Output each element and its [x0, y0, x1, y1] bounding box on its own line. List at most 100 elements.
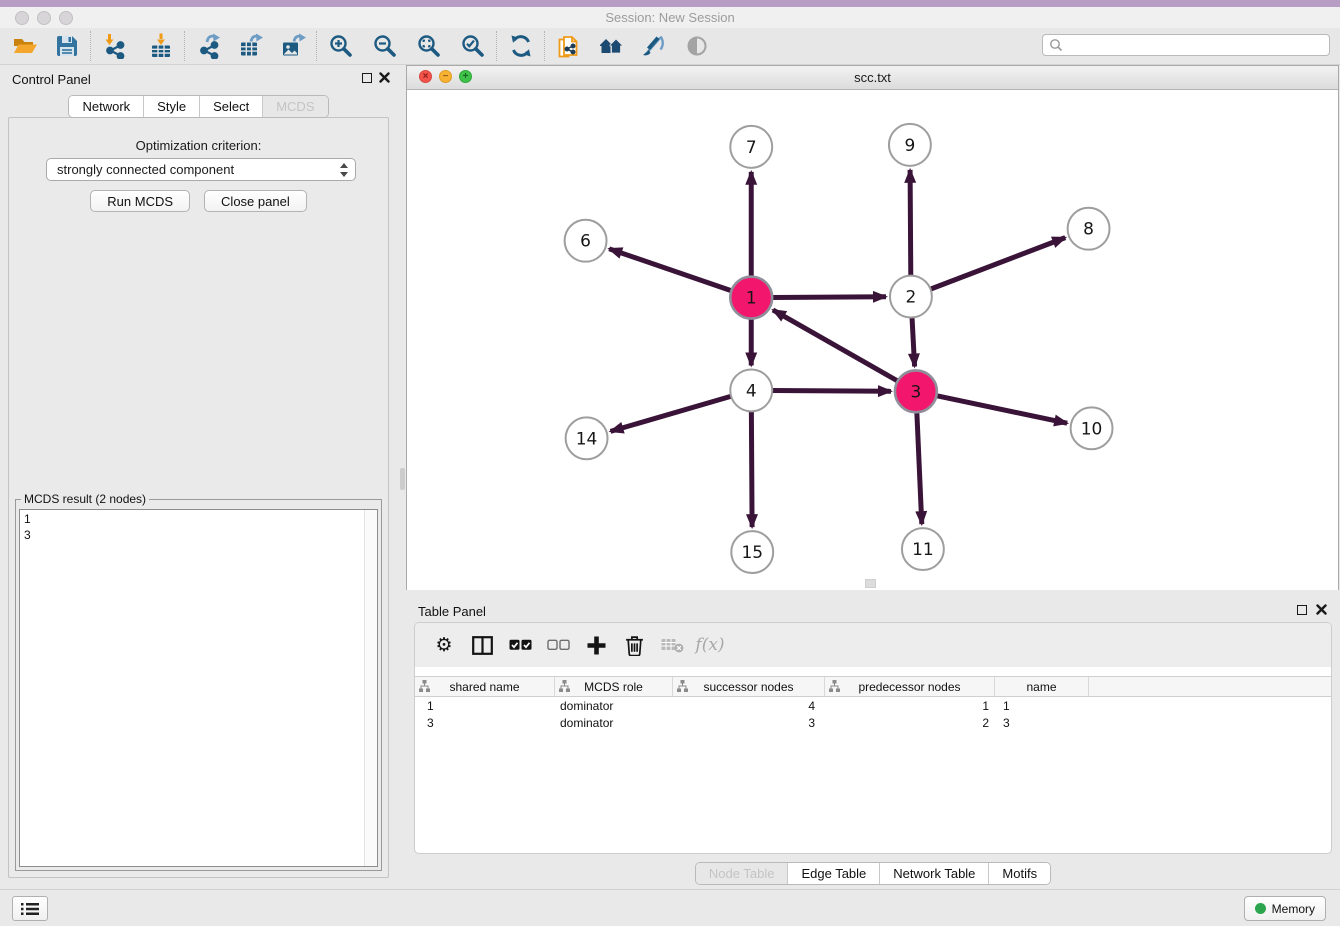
memory-button[interactable]: Memory	[1244, 896, 1326, 921]
mcds-result-title: MCDS result (2 nodes)	[21, 492, 149, 506]
toolbar-separator	[184, 31, 186, 61]
search-box[interactable]	[1042, 34, 1330, 56]
memory-label: Memory	[1272, 902, 1315, 916]
canvas-splitter-handle[interactable]	[865, 579, 876, 588]
task-history-button[interactable]	[12, 896, 48, 921]
table-cell[interactable]: dominator	[555, 714, 673, 731]
edge-2-3[interactable]	[912, 318, 915, 367]
edge-3-10[interactable]	[936, 396, 1067, 423]
column-type-icon	[677, 680, 688, 695]
toolbar-separator	[90, 31, 92, 61]
table-options-icon[interactable]: ⚙	[429, 630, 459, 660]
control-panel-title: Control Panel	[12, 72, 91, 87]
table-cell[interactable]: 1	[995, 697, 1089, 714]
zoom-fit-icon[interactable]	[414, 31, 444, 61]
edge-4-3[interactable]	[772, 391, 891, 392]
mcds-result-scrollbar[interactable]	[364, 510, 377, 866]
close-panel-button[interactable]: Close panel	[204, 190, 307, 212]
export-network-icon[interactable]	[194, 31, 224, 61]
first-neighbors-icon[interactable]	[596, 31, 626, 61]
tab-mcds[interactable]: MCDS	[263, 96, 327, 117]
table-body: 1dominator4113dominator323	[415, 697, 1331, 731]
export-table-icon[interactable]	[236, 31, 266, 61]
edge-2-9[interactable]	[910, 170, 911, 276]
column-header-mcds-role[interactable]: MCDS role	[555, 677, 673, 696]
zoom-in-icon[interactable]	[326, 31, 356, 61]
search-input[interactable]	[1063, 37, 1329, 53]
edge-4-14[interactable]	[611, 396, 732, 431]
delete-columns-icon[interactable]	[619, 630, 649, 660]
network-window-titlebar[interactable]: × − + scc.txt	[407, 66, 1338, 90]
table-cell[interactable]: 4	[673, 697, 825, 714]
control-panel-tabs: NetworkStyleSelectMCDS	[68, 95, 328, 118]
table-cell[interactable]: 1	[415, 697, 555, 714]
float-panel-icon[interactable]	[362, 73, 372, 83]
close-table-panel-icon[interactable]	[1316, 604, 1327, 615]
table-cell[interactable]: 2	[825, 714, 995, 731]
node-label-6: 6	[580, 231, 591, 251]
clone-network-icon[interactable]	[554, 31, 584, 61]
table-row[interactable]: 3dominator323	[415, 714, 1331, 731]
mcds-result-text: 1 3	[24, 511, 31, 543]
tab-edge-table[interactable]: Edge Table	[788, 863, 880, 884]
mcds-result-box[interactable]: 1 3	[19, 509, 378, 867]
node-label-9: 9	[905, 135, 916, 155]
tab-network-table[interactable]: Network Table	[880, 863, 989, 884]
column-header-predecessor-nodes[interactable]: predecessor nodes	[825, 677, 995, 696]
zoom-out-icon[interactable]	[370, 31, 400, 61]
tab-select[interactable]: Select	[200, 96, 263, 117]
tab-node-table[interactable]: Node Table	[696, 863, 789, 884]
dropdown-selected-value: strongly connected component	[57, 162, 234, 177]
column-header-name[interactable]: name	[995, 677, 1089, 696]
column-header-successor-nodes[interactable]: successor nodes	[673, 677, 825, 696]
control-panel: Control Panel NetworkStyleSelectMCDS Opt…	[0, 64, 397, 890]
select-all-columns-icon[interactable]	[505, 630, 535, 660]
delete-table-icon	[657, 630, 687, 660]
table-cell[interactable]: 3	[415, 714, 555, 731]
save-session-icon[interactable]	[52, 31, 82, 61]
table-cell[interactable]: 1	[825, 697, 995, 714]
node-label-14: 14	[576, 428, 598, 448]
unselect-all-columns-icon[interactable]	[543, 630, 573, 660]
table-row[interactable]: 1dominator411	[415, 697, 1331, 714]
run-mcds-button[interactable]: Run MCDS	[90, 190, 190, 212]
panel-splitter-handle[interactable]	[400, 468, 405, 490]
export-image-icon[interactable]	[278, 31, 308, 61]
import-table-icon[interactable]	[146, 31, 176, 61]
show-graphics-details-icon[interactable]	[638, 31, 668, 61]
column-header-shared-name[interactable]: shared name	[415, 677, 555, 696]
tab-motifs[interactable]: Motifs	[989, 863, 1050, 884]
table-cell[interactable]: dominator	[555, 697, 673, 714]
column-type-icon	[829, 680, 840, 695]
node-label-8: 8	[1083, 219, 1094, 239]
open-session-icon[interactable]	[10, 31, 40, 61]
import-network-icon[interactable]	[100, 31, 130, 61]
apply-layout-icon[interactable]	[506, 31, 536, 61]
edge-2-8[interactable]	[931, 238, 1066, 289]
table-cell[interactable]: 3	[995, 714, 1089, 731]
edge-4-15[interactable]	[751, 411, 752, 527]
toolbar-separator	[316, 31, 318, 61]
memory-status-dot	[1255, 903, 1266, 914]
network-canvas[interactable]: 7968124314101511	[407, 90, 1338, 590]
float-table-panel-icon[interactable]	[1297, 605, 1307, 615]
application-window: Session: New Session	[0, 0, 1340, 926]
edge-1-6[interactable]	[609, 249, 731, 291]
edge-3-11[interactable]	[917, 412, 922, 524]
network-graph: 7968124314101511	[407, 90, 1338, 590]
tab-network[interactable]: Network	[69, 96, 144, 117]
mcds-panel: Optimization criterion: strongly connect…	[8, 117, 389, 878]
toggle-panel-icon[interactable]	[467, 630, 497, 660]
edge-1-2[interactable]	[772, 297, 886, 298]
toolbar-separator	[544, 31, 546, 61]
edge-3-1[interactable]	[773, 310, 898, 381]
zoom-selected-icon[interactable]	[458, 31, 488, 61]
optimization-criterion-select[interactable]: strongly connected component	[46, 158, 356, 181]
network-title: scc.txt	[407, 70, 1338, 85]
close-panel-icon[interactable]	[379, 72, 390, 83]
hide-details-icon	[682, 31, 712, 61]
table-cell[interactable]: 3	[673, 714, 825, 731]
create-column-icon[interactable]	[581, 630, 611, 660]
tab-style[interactable]: Style	[144, 96, 200, 117]
table-panel-tabs: Node TableEdge TableNetwork TableMotifs	[695, 862, 1051, 885]
